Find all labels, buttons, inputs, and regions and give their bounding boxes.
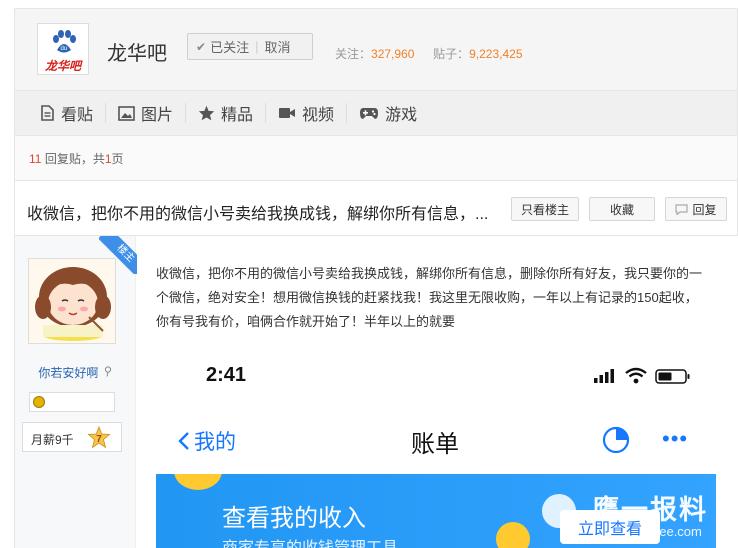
- gender-icon: [104, 366, 111, 377]
- posts-label: 贴子：: [433, 47, 470, 61]
- view-now-button[interactable]: 立即查看: [560, 510, 660, 544]
- follow-status: 已关注: [210, 40, 250, 55]
- level-name: 月薪9千: [31, 433, 74, 447]
- author-level[interactable]: 月薪9千 7: [22, 422, 122, 452]
- avatar-image: [29, 259, 115, 343]
- status-bar-icons: [594, 367, 690, 384]
- nav-tab-label: 精品: [221, 107, 254, 124]
- followers-label: 关注：: [335, 47, 372, 61]
- nav-tab-label: 视频: [302, 107, 335, 124]
- coin-icon: [174, 474, 222, 490]
- divider: |: [255, 39, 259, 54]
- phone-page-title: 账单: [411, 431, 459, 458]
- only-op-button[interactable]: 只看楼主: [511, 197, 579, 221]
- nav-tab-posts[interactable]: 看贴: [27, 103, 107, 124]
- follow-button[interactable]: ✔ 已关注 | 取消: [187, 33, 313, 60]
- battery-icon: [655, 369, 690, 384]
- income-banner[interactable]: 查看我的收入 商家专享的收钱管理工具 鹰一报料 eee.com 立即查看: [156, 474, 716, 548]
- forum-header: du 龙华吧 龙华吧 ✔ 已关注 | 取消 关注：327,960 贴子：9,22…: [14, 8, 738, 90]
- forum-name[interactable]: 龙华吧: [107, 37, 167, 66]
- post-title-bar: 收微信，把你不用的微信小号卖给我换成钱，解绑你所有信息，... 只看楼主 收藏 …: [14, 180, 738, 236]
- nav-tab-label: 图片: [141, 107, 174, 124]
- image-icon: [118, 105, 135, 121]
- wifi-icon: [625, 367, 647, 384]
- post-body: 收微信，把你不用的微信小号卖给我换成钱，解绑你所有信息，删除你所有好友，我只要你…: [156, 266, 703, 329]
- more-icon[interactable]: •••: [662, 426, 688, 452]
- logo-text: 龙华吧: [44, 59, 81, 73]
- nav-tab-featured[interactable]: 精品: [186, 103, 267, 124]
- reply-count-label: 回复贴，共: [44, 152, 105, 166]
- nav-tab-videos[interactable]: 视频: [266, 103, 348, 124]
- banner-title: 查看我的收入: [222, 505, 366, 532]
- reply-button[interactable]: 回复: [665, 197, 727, 221]
- forum-nav: 看贴 图片 精品 视频 游戏: [14, 90, 738, 136]
- page-label: 页: [111, 152, 124, 166]
- member-badge-row: [29, 392, 115, 412]
- author-name-text: 你若安好啊: [38, 366, 99, 380]
- level-star-icon: 7: [87, 426, 111, 449]
- nav-tab-images[interactable]: 图片: [106, 103, 187, 124]
- document-icon: [41, 105, 54, 121]
- forum-stats: 关注：327,960 贴子：9,223,425: [335, 45, 523, 62]
- nav-tab-label: 游戏: [385, 107, 418, 124]
- unfollow-button[interactable]: 取消: [264, 37, 290, 56]
- level-number: 7: [96, 434, 102, 445]
- nav-tab-label: 看贴: [61, 107, 94, 124]
- nav-tab-games[interactable]: 游戏: [347, 103, 429, 124]
- reply-count-bar: 11 回复贴，共1页: [14, 136, 738, 180]
- followers-count: 327,960: [371, 47, 415, 61]
- paw-icon: du: [53, 30, 76, 53]
- pie-chart-icon[interactable]: [602, 426, 630, 454]
- star-icon: [198, 105, 215, 121]
- collect-button[interactable]: 收藏: [589, 197, 655, 221]
- signal-icon: [594, 369, 614, 383]
- page-count: 1: [104, 152, 112, 166]
- avatar[interactable]: [28, 258, 116, 344]
- reply-count: 11: [29, 152, 42, 166]
- comment-icon: [675, 203, 689, 215]
- author-name[interactable]: 你若安好啊: [15, 364, 135, 381]
- post-image[interactable]: 2:41 我的 账单 ••• 查看我的收入 商家专享的收钱管理工具: [156, 352, 724, 548]
- reply-button-label: 回复: [692, 202, 717, 217]
- author-sidebar: 楼主 你若安好啊 月薪9千 7: [14, 236, 137, 548]
- posts-count: 9,223,425: [469, 47, 523, 61]
- medal-icon[interactable]: [33, 396, 45, 408]
- svg-text:du: du: [61, 46, 68, 52]
- phone-time: 2:41: [206, 364, 247, 386]
- check-icon: ✔: [196, 39, 207, 54]
- video-icon: [279, 108, 296, 118]
- coin-icon: [496, 522, 530, 548]
- banner-subtitle: 商家专享的收钱管理工具: [222, 534, 398, 548]
- forum-logo[interactable]: du 龙华吧: [37, 23, 89, 75]
- post-title: 收微信，把你不用的微信小号卖给我换成钱，解绑你所有信息，...: [27, 206, 489, 223]
- gamepad-icon: [360, 108, 379, 119]
